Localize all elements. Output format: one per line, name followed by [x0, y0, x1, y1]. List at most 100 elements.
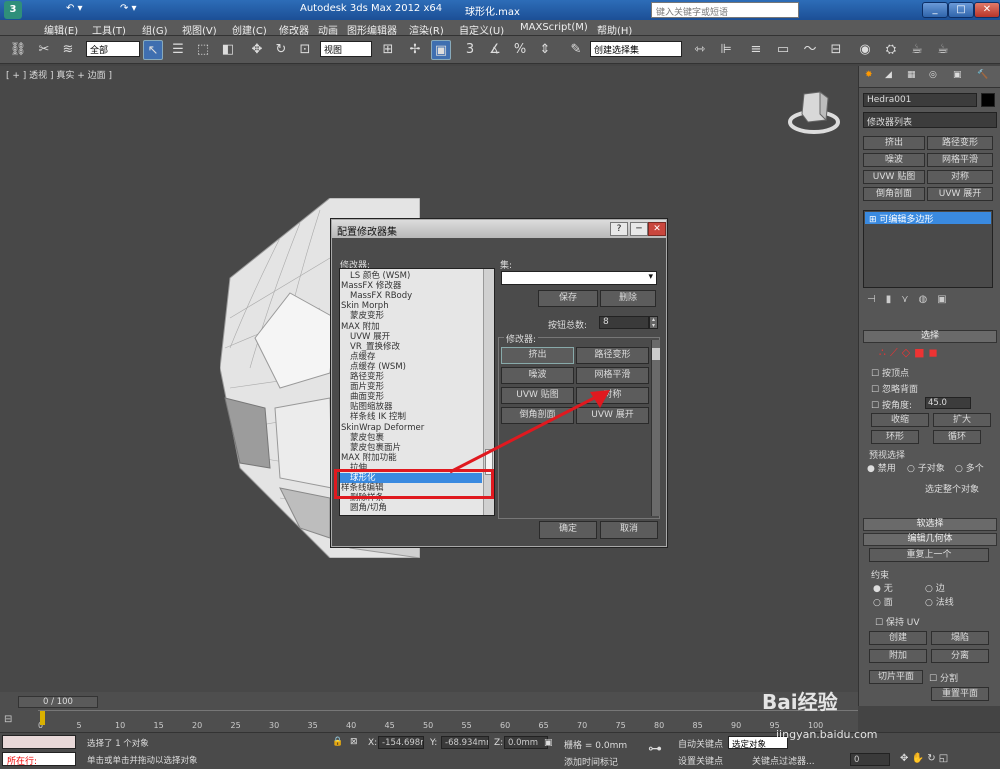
- preview-subobject-radio[interactable]: ○ 子对象: [907, 461, 945, 474]
- preview-disabled-radio[interactable]: ● 禁用: [867, 461, 896, 474]
- modifier-slot-1[interactable]: 挤出: [501, 347, 574, 364]
- rendered-frame-icon[interactable]: ☕: [907, 40, 927, 60]
- create-tab-icon[interactable]: ✸: [865, 70, 873, 80]
- constraint-edge-radio[interactable]: ○ 边: [925, 581, 945, 594]
- cp-modifier-5[interactable]: UVW 贴图: [863, 170, 925, 184]
- buttons-scroll-thumb[interactable]: [652, 348, 660, 360]
- modifier-list-item[interactable]: 曲面变形: [340, 392, 384, 402]
- dialog-minimize-button[interactable]: ─: [630, 222, 648, 236]
- modifier-list-item[interactable]: 点缓存 (WSM): [340, 362, 406, 372]
- modifier-list-item[interactable]: 点缓存: [340, 352, 376, 362]
- constraint-none-radio[interactable]: ● 无: [873, 581, 893, 594]
- menu-create[interactable]: 创建(C): [232, 22, 267, 37]
- y-coordinate-field[interactable]: -68.934mm: [441, 736, 489, 749]
- window-crossing-icon[interactable]: ◧: [218, 40, 238, 60]
- stack-item[interactable]: ⊞ 可编辑多边形: [865, 212, 991, 225]
- loop-button[interactable]: 循环: [933, 430, 981, 444]
- constraint-face-radio[interactable]: ○ 面: [873, 595, 893, 608]
- cp-modifier-3[interactable]: 噪波: [863, 153, 925, 167]
- viewcube-icon[interactable]: [786, 88, 842, 138]
- render-production-icon[interactable]: ☕: [933, 40, 953, 60]
- collapse-button[interactable]: 塌陷: [931, 631, 989, 645]
- cp-modifier-7[interactable]: 倒角剖面: [863, 187, 925, 201]
- current-frame-field[interactable]: 0: [850, 753, 890, 766]
- add-time-tag[interactable]: 添加时间标记: [564, 755, 618, 768]
- angle-input[interactable]: 45.0: [925, 397, 971, 409]
- sets-dropdown[interactable]: ▾: [501, 271, 657, 285]
- modifier-list-item[interactable]: 蒙皮包裹面片: [340, 443, 401, 453]
- modifier-list-item[interactable]: MassFX RBody: [340, 291, 412, 301]
- modifier-list-item[interactable]: SkinWrap Deformer: [340, 423, 424, 433]
- track-bar[interactable]: 0 5 10 15 20 25 30 35 40 45 50 55 60 65 70 75 80 85 90 95 10…: [38, 710, 858, 732]
- modifier-list-dropdown[interactable]: 修改器列表: [863, 112, 997, 128]
- move-icon[interactable]: ✥: [247, 40, 267, 60]
- stack-expand-icon[interactable]: ⊞: [869, 215, 879, 225]
- key-icon[interactable]: ⊶: [648, 741, 662, 757]
- motion-tab-icon[interactable]: ◎: [929, 70, 937, 80]
- schematic-view-icon[interactable]: ⊟: [826, 40, 846, 60]
- reset-plane-button[interactable]: 重置平面: [931, 687, 989, 701]
- stack-tools-icon[interactable]: ⊣▮⋎◍▣: [867, 294, 995, 308]
- cp-modifier-8[interactable]: UVW 展开: [927, 187, 993, 201]
- hierarchy-tab-icon[interactable]: ▦: [907, 70, 916, 80]
- dialog-close-button[interactable]: ✕: [648, 222, 666, 236]
- curve-editor-icon[interactable]: 〜: [800, 40, 820, 60]
- angle-snap-icon[interactable]: ∡: [485, 40, 505, 60]
- split-checkbox[interactable]: ☐ 分割: [929, 671, 958, 684]
- key-filters-button[interactable]: 关键点过滤器...: [752, 754, 815, 767]
- x-coordinate-field[interactable]: -154.698m: [378, 736, 424, 749]
- select-object-icon[interactable]: ↖: [143, 40, 163, 60]
- search-input[interactable]: 键入关键字或短语: [651, 2, 799, 18]
- auto-key-button[interactable]: 自动关键点: [678, 737, 723, 750]
- modifier-list-item[interactable]: MAX 附加: [340, 322, 380, 332]
- preserve-uv-checkbox[interactable]: ☐ 保持 UV: [875, 615, 920, 628]
- time-slider[interactable]: 0 / 100: [18, 696, 98, 708]
- modifier-list-item[interactable]: 贴图缩放器: [340, 402, 393, 412]
- create-button[interactable]: 创建: [869, 631, 927, 645]
- grid-lock-icon[interactable]: ▣: [544, 738, 553, 748]
- buttons-scrollbar[interactable]: [651, 340, 660, 516]
- undo-icon[interactable]: ↶ ▾: [66, 3, 83, 14]
- modifier-list-item[interactable]: MassFX 修改器: [340, 281, 401, 291]
- pivot-icon[interactable]: ⊞: [378, 40, 398, 60]
- object-color-swatch[interactable]: [981, 93, 995, 107]
- percent-snap-icon[interactable]: %: [510, 40, 530, 60]
- rectangle-selection-icon[interactable]: ⬚: [193, 40, 213, 60]
- modifier-list-item[interactable]: UVW 展开: [340, 332, 390, 342]
- modifier-list-item[interactable]: 面片变形: [340, 382, 384, 392]
- minimize-button[interactable]: _: [922, 2, 948, 18]
- modifier-list-item[interactable]: MAX 附加功能: [340, 453, 397, 463]
- render-setup-icon[interactable]: ⛭: [881, 40, 901, 60]
- lock-selection-icon[interactable]: 🔒: [332, 737, 343, 747]
- mini-curve-editor-icon[interactable]: ⊟: [4, 714, 32, 728]
- cancel-button[interactable]: 取消: [600, 521, 658, 539]
- detach-button[interactable]: 分离: [931, 649, 989, 663]
- modifier-stack[interactable]: ⊞ 可编辑多边形: [863, 210, 993, 288]
- subobject-level-icons[interactable]: ∴⟋◇■◼: [879, 346, 942, 360]
- z-coordinate-field[interactable]: 0.0mm: [504, 736, 548, 749]
- redo-icon[interactable]: ↷ ▾: [120, 3, 137, 14]
- modify-tab-icon[interactable]: ◢: [885, 70, 892, 80]
- selection-filter-dropdown[interactable]: 全部: [86, 41, 140, 57]
- select-by-name-icon[interactable]: ☰: [168, 40, 188, 60]
- bind-spacewarp-icon[interactable]: ≋: [58, 40, 78, 60]
- constraint-normal-radio[interactable]: ○ 法线: [925, 595, 954, 608]
- viewport-label[interactable]: [ + ] 透视 ] 真实 + 边面 ]: [6, 68, 112, 81]
- modifier-list-item[interactable]: 蒙皮包裹: [340, 433, 384, 443]
- grow-button[interactable]: 扩大: [933, 413, 991, 427]
- viewport-nav-icons[interactable]: ✥ ✋ ↻ ◱: [900, 753, 948, 764]
- modifier-list-item[interactable]: 样条线 IK 控制: [340, 412, 406, 422]
- modifier-slot-2[interactable]: 路径变形: [576, 347, 649, 364]
- modifier-list-item[interactable]: 路径变形: [340, 372, 384, 382]
- soft-selection-rollout-header[interactable]: 软选择: [863, 518, 997, 531]
- menu-customize[interactable]: 自定义(U): [459, 22, 504, 37]
- button-count-spinner[interactable]: ▴ ▾: [649, 316, 658, 329]
- save-set-button[interactable]: 保存: [538, 290, 598, 307]
- mirror-icon[interactable]: ⇿: [690, 40, 710, 60]
- scale-icon[interactable]: ⊡: [295, 40, 315, 60]
- select-manipulate-icon[interactable]: ✢: [405, 40, 425, 60]
- by-vertex-checkbox[interactable]: ☐ 按顶点: [871, 366, 909, 379]
- display-tab-icon[interactable]: ▣: [953, 70, 962, 80]
- modifier-list-item[interactable]: 圆角/切角: [340, 503, 387, 513]
- menu-animation[interactable]: 动画: [318, 22, 338, 37]
